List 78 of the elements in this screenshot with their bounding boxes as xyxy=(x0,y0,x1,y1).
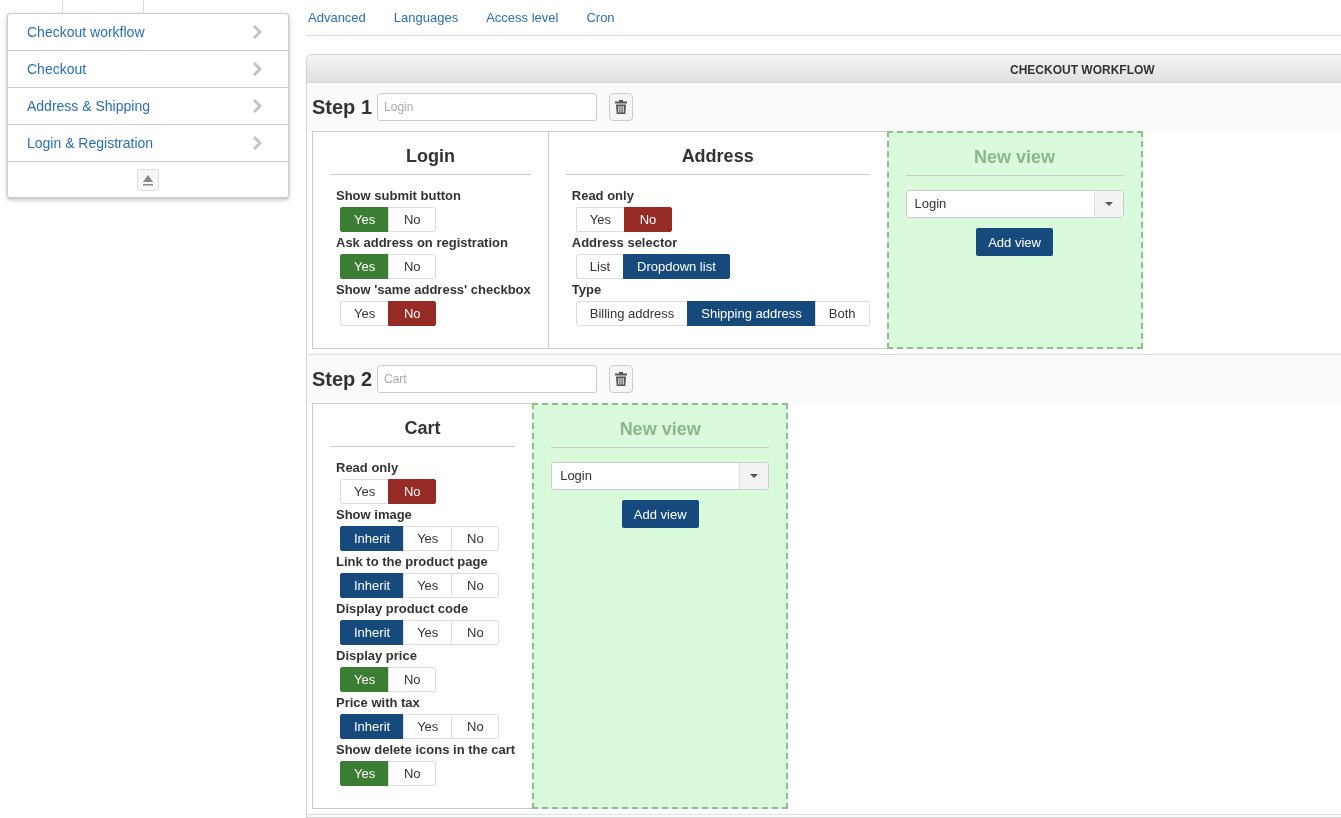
menu-item[interactable]: Checkout xyxy=(8,51,288,88)
collapse-button[interactable] xyxy=(137,168,159,191)
toggle-button[interactable]: Dropdown list xyxy=(623,254,730,279)
caret-icon xyxy=(1104,202,1113,206)
add-view-button[interactable]: Add view xyxy=(621,500,699,528)
toggle-button[interactable]: Yes xyxy=(575,207,625,232)
menu-item[interactable]: Address & Shipping xyxy=(8,88,288,125)
toggle-button[interactable]: Yes xyxy=(340,207,390,232)
delete-button[interactable] xyxy=(609,365,634,393)
toggle-button[interactable]: No xyxy=(451,573,500,598)
chevron-right-icon xyxy=(252,62,262,76)
view-select[interactable]: Login xyxy=(905,190,1124,218)
toggle-button[interactable]: No xyxy=(388,479,437,504)
toggle-button[interactable]: Yes xyxy=(403,620,453,645)
option-label: Address selector xyxy=(571,236,679,250)
view-title: New view xyxy=(551,419,770,448)
chevron-right-icon xyxy=(252,136,262,150)
panel-title: CHECKOUT WORKFLOW xyxy=(307,55,1341,83)
toggle-button[interactable]: Yes xyxy=(340,761,390,786)
toggle-button[interactable]: Shipping address xyxy=(687,301,816,326)
toggle-button[interactable]: Inherit xyxy=(340,620,405,645)
toggle-button[interactable]: Yes xyxy=(403,573,453,598)
option-label: Read only xyxy=(571,189,635,203)
trash-icon xyxy=(615,100,628,114)
step-label: Step 1 xyxy=(312,95,373,119)
toggle-button[interactable]: No xyxy=(388,301,437,326)
chevron-right-icon xyxy=(252,99,262,113)
toggle-button[interactable]: No xyxy=(388,667,437,692)
option-label: Ask address on registration xyxy=(336,236,509,250)
toggle-button[interactable]: List xyxy=(575,254,624,279)
step-label: Step 2 xyxy=(312,367,373,391)
view-title: Login xyxy=(330,146,531,175)
toggle-button[interactable]: Yes xyxy=(340,301,390,326)
nav-link[interactable]: Cron xyxy=(586,10,615,25)
delete-button[interactable] xyxy=(609,93,634,121)
toggle-button[interactable]: No xyxy=(388,761,437,786)
toggle-button[interactable]: No xyxy=(451,620,500,645)
toggle-button[interactable]: No xyxy=(388,207,437,232)
toggle-button[interactable]: Both xyxy=(814,301,870,326)
option-label: Display product code xyxy=(336,602,470,616)
step-name-field[interactable]: Cart xyxy=(377,365,598,393)
toggle-button[interactable]: No xyxy=(388,254,437,279)
caret-icon xyxy=(750,474,759,478)
toggle-button[interactable]: No xyxy=(624,207,672,232)
menu-item[interactable]: Checkout workflow xyxy=(8,14,288,51)
option-label: Show image xyxy=(336,508,413,522)
nav-link[interactable]: Languages xyxy=(393,10,459,25)
option-label: Show submit button xyxy=(336,189,462,203)
toggle-button[interactable]: Inherit xyxy=(340,714,405,739)
eject-icon xyxy=(142,173,154,186)
toggle-button[interactable]: Yes xyxy=(340,254,390,279)
toggle-button[interactable]: No xyxy=(451,526,500,551)
view-title: New view xyxy=(905,147,1124,176)
menu-item[interactable]: Login & Registration xyxy=(8,125,288,162)
toggle-button[interactable]: Yes xyxy=(340,479,390,504)
view-title: Address xyxy=(565,146,870,175)
toggle-button[interactable]: Yes xyxy=(403,714,453,739)
add-view-button[interactable]: Add view xyxy=(976,228,1053,256)
nav-link[interactable]: Access level xyxy=(486,10,559,25)
option-label: Display price xyxy=(336,649,418,663)
nav-link[interactable]: Advanced xyxy=(308,10,366,25)
option-label: Link to the product page xyxy=(336,555,489,569)
toggle-button[interactable]: Inherit xyxy=(340,573,405,598)
option-label: Type xyxy=(571,283,603,297)
view-select[interactable]: Login xyxy=(551,462,770,490)
view-title: Cart xyxy=(330,418,516,447)
option-label: Show 'same address' checkbox xyxy=(336,283,531,297)
step-name-field[interactable]: Login xyxy=(377,93,598,121)
option-label: Price with tax xyxy=(336,696,421,710)
option-label: Show delete icons in the cart xyxy=(336,743,516,757)
trash-icon xyxy=(615,372,628,386)
option-label: Read only xyxy=(336,461,400,475)
toggle-button[interactable]: No xyxy=(451,714,500,739)
toggle-button[interactable]: Yes xyxy=(403,526,453,551)
toggle-button[interactable]: Yes xyxy=(340,667,390,692)
toggle-button[interactable]: Inherit xyxy=(340,526,405,551)
chevron-right-icon xyxy=(252,25,262,39)
toggle-button[interactable]: Billing address xyxy=(575,301,689,326)
